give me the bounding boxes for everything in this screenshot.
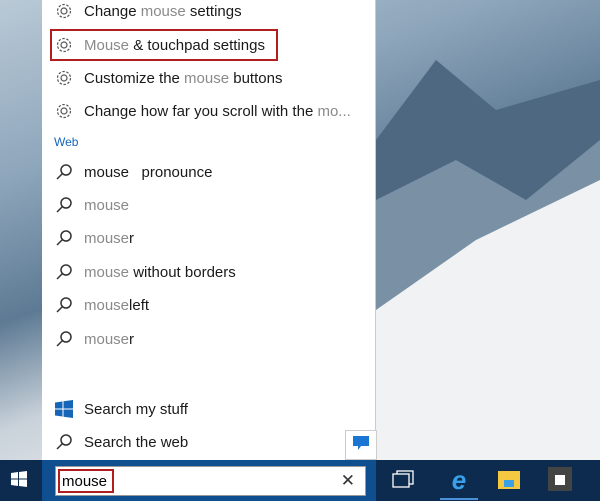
label-segment: mouse: [84, 196, 130, 214]
search-icon: [54, 295, 74, 315]
result-label: mouseleft: [84, 297, 149, 314]
label-segment: mouse: [84, 296, 130, 314]
feedback-button[interactable]: [345, 430, 377, 460]
label-segment: left: [129, 296, 150, 314]
label-segment: mouse: [84, 263, 130, 281]
label-segment: r: [129, 229, 135, 247]
label-segment: Change how far you scroll with the: [84, 102, 318, 120]
windows-icon: [54, 399, 74, 419]
label-segment: Change: [84, 2, 141, 20]
result-label: mouser: [84, 230, 134, 247]
folder-icon: [498, 469, 520, 494]
label-segment: mo...: [317, 102, 351, 120]
label-segment: mouse: [84, 330, 130, 348]
result-label: mouse: [84, 197, 129, 214]
feedback-icon: [353, 435, 369, 455]
search-the-web-button[interactable]: Search the web: [42, 426, 376, 458]
label-segment: settings: [185, 2, 242, 20]
search-input[interactable]: [58, 469, 114, 493]
start-button[interactable]: [0, 462, 38, 500]
desktop-wallpaper: [376, 0, 600, 460]
result-label: Change how far you scroll with the mo...: [84, 103, 351, 120]
search-icon: [54, 432, 74, 452]
search-icon: [54, 329, 74, 349]
web-result[interactable]: mouser: [42, 323, 376, 355]
web-result[interactable]: mouse without borders: [42, 256, 376, 288]
result-label: mouser: [84, 331, 134, 348]
search-results-panel: Change mouse settings Mouse & touchpad se…: [42, 0, 376, 460]
label-segment: buttons: [229, 69, 283, 87]
web-section-heading: Web: [54, 135, 79, 149]
settings-result[interactable]: Mouse & touchpad settings: [50, 29, 278, 61]
settings-result[interactable]: Change how far you scroll with the mo...: [42, 95, 376, 127]
search-icon: [54, 262, 74, 282]
web-result[interactable]: mouse pronounce: [42, 156, 376, 188]
search-box[interactable]: ✕: [55, 466, 366, 496]
gear-icon: [54, 68, 74, 88]
task-view-icon: [392, 469, 414, 493]
label-segment: r: [129, 330, 135, 348]
label-segment: mouse: [140, 2, 186, 20]
gear-icon: [54, 1, 74, 21]
result-label: Mouse & touchpad settings: [84, 37, 265, 54]
label-segment: mouse: [84, 229, 130, 247]
store-button[interactable]: [541, 462, 579, 500]
internet-explorer-button[interactable]: e: [440, 462, 478, 500]
task-view-button[interactable]: [384, 462, 422, 500]
label-segment: Mouse: [84, 36, 130, 54]
web-result[interactable]: mouse: [42, 189, 376, 221]
file-explorer-button[interactable]: [490, 462, 528, 500]
gear-icon: [54, 101, 74, 121]
clear-search-icon[interactable]: ✕: [341, 471, 355, 491]
windows-icon: [11, 470, 27, 492]
search-my-stuff-button[interactable]: Search my stuff: [42, 393, 376, 425]
result-label: Change mouse settings: [84, 3, 242, 20]
web-result[interactable]: mouser: [42, 222, 376, 254]
search-the-web-label: Search the web: [84, 433, 189, 451]
search-icon: [54, 195, 74, 215]
label-segment: & touchpad settings: [129, 36, 265, 54]
search-icon: [54, 162, 74, 182]
search-icon: [54, 228, 74, 248]
store-icon: [548, 466, 572, 496]
result-label: mouse without borders: [84, 264, 236, 281]
label-segment: mouse pronounce: [84, 163, 213, 181]
settings-result[interactable]: Customize the mouse buttons: [42, 62, 376, 94]
settings-result[interactable]: Change mouse settings: [42, 0, 376, 27]
label-segment: without borders: [129, 263, 236, 281]
web-result[interactable]: mouseleft: [42, 289, 376, 321]
result-label: Customize the mouse buttons: [84, 70, 282, 87]
label-segment: Customize the: [84, 69, 185, 87]
label-segment: mouse: [184, 69, 230, 87]
gear-icon: [54, 35, 74, 55]
internet-explorer-icon: e: [451, 464, 467, 495]
search-my-stuff-label: Search my stuff: [84, 400, 188, 418]
result-label: mouse pronounce: [84, 164, 212, 181]
